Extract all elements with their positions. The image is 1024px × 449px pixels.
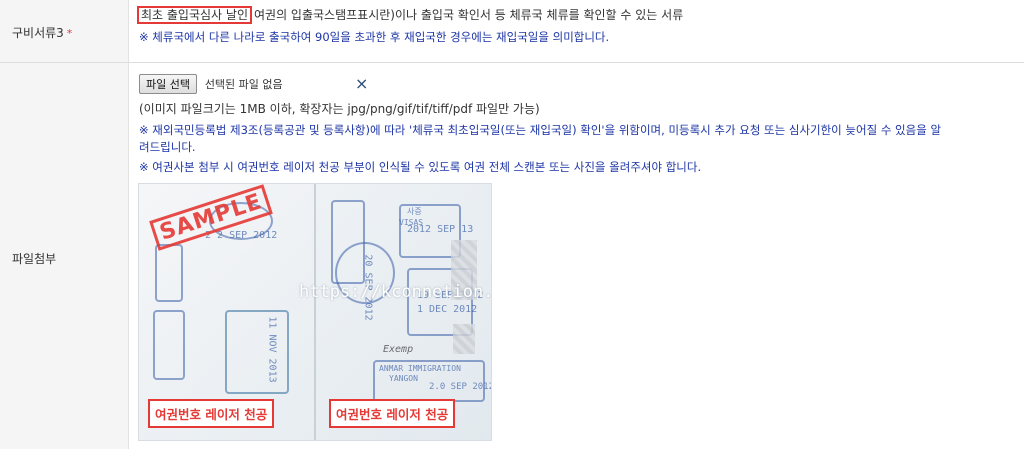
passport-fold xyxy=(314,184,316,440)
watermark-text: https://kconnetion.com/ xyxy=(299,282,491,302)
stamp-mark xyxy=(153,310,185,380)
laser-perforation-label-left: 여권번호 레이저 천공 xyxy=(148,399,275,428)
reentry-note: ※ 체류국에서 다른 나라로 출국하여 90일을 초과한 후 재입국한 경우에는… xyxy=(139,30,610,44)
stamp-date: 1 DEC 2012 xyxy=(417,304,478,315)
stamp-label: YANGON xyxy=(389,374,418,383)
clear-file-icon[interactable]: × xyxy=(355,74,368,93)
highlight-box: 최초 출입국심사 날인 xyxy=(137,6,252,24)
form-row-file-attach: 파일첨부 파일 선택 선택된 파일 없음 × (이미지 파일크기는 1MB 이하… xyxy=(0,63,1024,449)
description-text: 여권의 입출국스탬프표시란)이나 출입국 확인서 등 체류국 체류를 확인할 수… xyxy=(254,8,684,22)
stamp-label: 사증 xyxy=(407,207,422,216)
stamp-label: ANMAR IMMIGRATION xyxy=(379,364,461,373)
stamp-mark xyxy=(225,310,289,394)
handwritten-note: Exemp xyxy=(383,344,414,355)
registration-note: ※ 재외국민등록법 제3조(등록공관 및 등록사항)에 따라 '체류국 최초입국… xyxy=(139,123,942,137)
content-cell: 최초 출입국심사 날인 여권의 입출국스탬프표시란)이나 출입국 확인서 등 체류… xyxy=(137,0,1016,62)
sample-passport-image: 2 2 SEP 2012 2012 SEP 13 19 SEP 2012 1 D… xyxy=(138,183,492,441)
label-cell: 파일첨부 xyxy=(0,63,129,449)
blurred-area xyxy=(453,324,475,354)
stamp-mark xyxy=(155,244,183,302)
label-cell: 구비서류3 * xyxy=(0,0,129,62)
passport-copy-note: ※ 여권사본 첨부 시 여권번호 레이저 천공 부분이 인식될 수 있도록 여권… xyxy=(139,160,702,174)
row-label: 구비서류3 * xyxy=(12,24,72,41)
content-cell: 파일 선택 선택된 파일 없음 × (이미지 파일크기는 1MB 이하, 확장자… xyxy=(137,63,1016,449)
row-label-text: 구비서류3 xyxy=(12,26,64,40)
form-row-document3: 구비서류3 * 최초 출입국심사 날인 여권의 입출국스탬프표시란)이나 출입국 확… xyxy=(0,0,1024,63)
file-size-hint: (이미지 파일크기는 1MB 이하, 확장자는 jpg/png/gif/tif/… xyxy=(139,102,540,116)
stamp-date: 2.0 SEP 2012 xyxy=(429,382,492,392)
document-description: 최초 출입국심사 날인 여권의 입출국스탬프표시란)이나 출입국 확인서 등 체류… xyxy=(137,6,684,24)
stamp-label: VISAS xyxy=(399,218,424,227)
stamp-date: 11 NOV 2013 xyxy=(266,316,278,383)
required-mark: * xyxy=(66,27,73,40)
file-input[interactable]: 파일 선택 선택된 파일 없음 xyxy=(139,74,283,94)
file-status: 선택된 파일 없음 xyxy=(204,78,283,91)
row-label: 파일첨부 xyxy=(12,252,57,266)
laser-perforation-label-right: 여권번호 레이저 천공 xyxy=(329,399,456,428)
registration-note-cont: 려드립니다. xyxy=(139,140,196,154)
file-select-button[interactable]: 파일 선택 xyxy=(139,74,197,94)
